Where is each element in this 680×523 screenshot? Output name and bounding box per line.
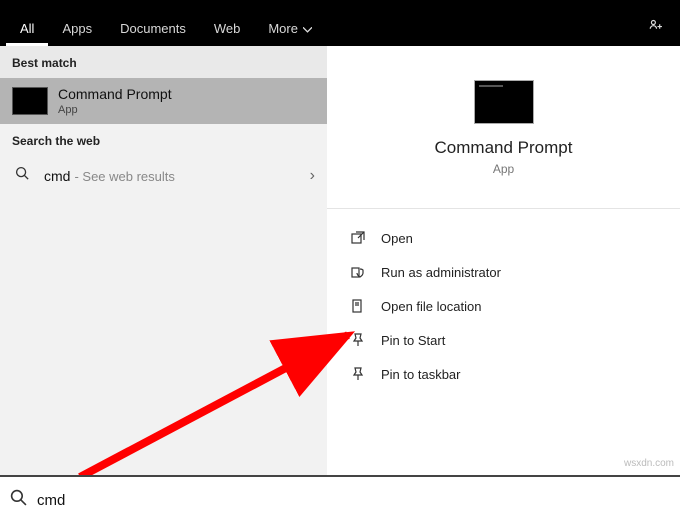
action-run-admin[interactable]: Run as administrator bbox=[327, 255, 680, 289]
shield-icon bbox=[347, 263, 369, 281]
action-open-label: Open bbox=[381, 231, 413, 246]
result-title: Command Prompt bbox=[58, 86, 172, 102]
action-open-location[interactable]: Open file location bbox=[327, 289, 680, 323]
tab-web[interactable]: Web bbox=[200, 11, 255, 46]
search-web-header: Search the web bbox=[0, 124, 327, 156]
tab-more-label: More bbox=[268, 21, 298, 36]
web-result-hint: - See web results bbox=[74, 169, 174, 184]
action-pin-taskbar[interactable]: Pin to taskbar bbox=[327, 357, 680, 391]
preview-app-icon bbox=[474, 80, 534, 124]
web-result-query: cmd bbox=[44, 168, 70, 184]
search-icon bbox=[12, 166, 32, 186]
tab-all[interactable]: All bbox=[6, 11, 48, 46]
command-prompt-icon bbox=[12, 87, 48, 115]
pin-taskbar-icon bbox=[347, 365, 369, 383]
open-icon bbox=[347, 229, 369, 247]
result-command-prompt[interactable]: Command Prompt App bbox=[0, 78, 327, 124]
pin-start-icon bbox=[347, 331, 369, 349]
action-open[interactable]: Open bbox=[327, 221, 680, 255]
web-result-cmd[interactable]: cmd - See web results › bbox=[0, 156, 327, 196]
chevron-down-icon bbox=[303, 21, 312, 36]
search-input-bar[interactable]: cmd bbox=[0, 475, 680, 523]
preview-title: Command Prompt bbox=[327, 138, 680, 158]
search-icon bbox=[10, 489, 27, 511]
tab-documents[interactable]: Documents bbox=[106, 11, 200, 46]
action-pin-start-label: Pin to Start bbox=[381, 333, 445, 348]
watermark: wsxdn.com bbox=[624, 458, 674, 469]
feedback-icon[interactable] bbox=[648, 18, 674, 46]
chevron-right-icon: › bbox=[310, 167, 315, 185]
action-list: Open Run as administrator Open file loca… bbox=[327, 215, 680, 391]
results-panel: Best match Command Prompt App Search the… bbox=[0, 46, 327, 475]
search-query-text: cmd bbox=[37, 492, 65, 509]
divider bbox=[327, 208, 680, 209]
action-run-admin-label: Run as administrator bbox=[381, 265, 501, 280]
folder-icon bbox=[347, 297, 369, 315]
action-pin-taskbar-label: Pin to taskbar bbox=[381, 367, 461, 382]
action-pin-start[interactable]: Pin to Start bbox=[327, 323, 680, 357]
preview-subtitle: App bbox=[327, 162, 680, 176]
best-match-header: Best match bbox=[0, 46, 327, 78]
result-subtitle: App bbox=[58, 104, 172, 116]
action-open-location-label: Open file location bbox=[381, 299, 481, 314]
tab-apps[interactable]: Apps bbox=[48, 11, 106, 46]
preview-panel: Command Prompt App Open Run as administr… bbox=[327, 46, 680, 475]
tab-more[interactable]: More bbox=[254, 11, 326, 46]
search-scope-tabs: All Apps Documents Web More bbox=[0, 0, 680, 46]
